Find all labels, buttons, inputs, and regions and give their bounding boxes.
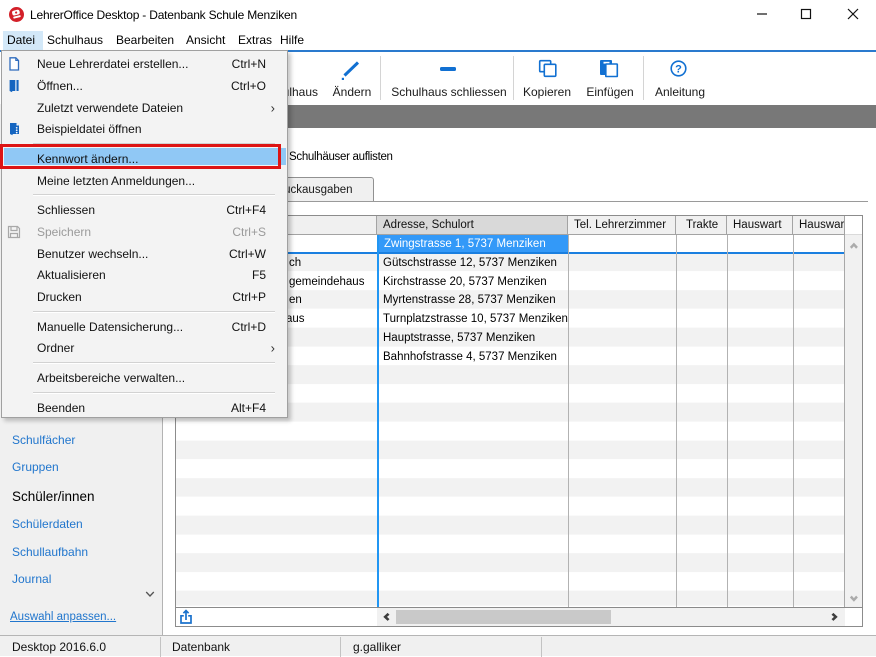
svg-text:?: ? bbox=[675, 64, 682, 76]
